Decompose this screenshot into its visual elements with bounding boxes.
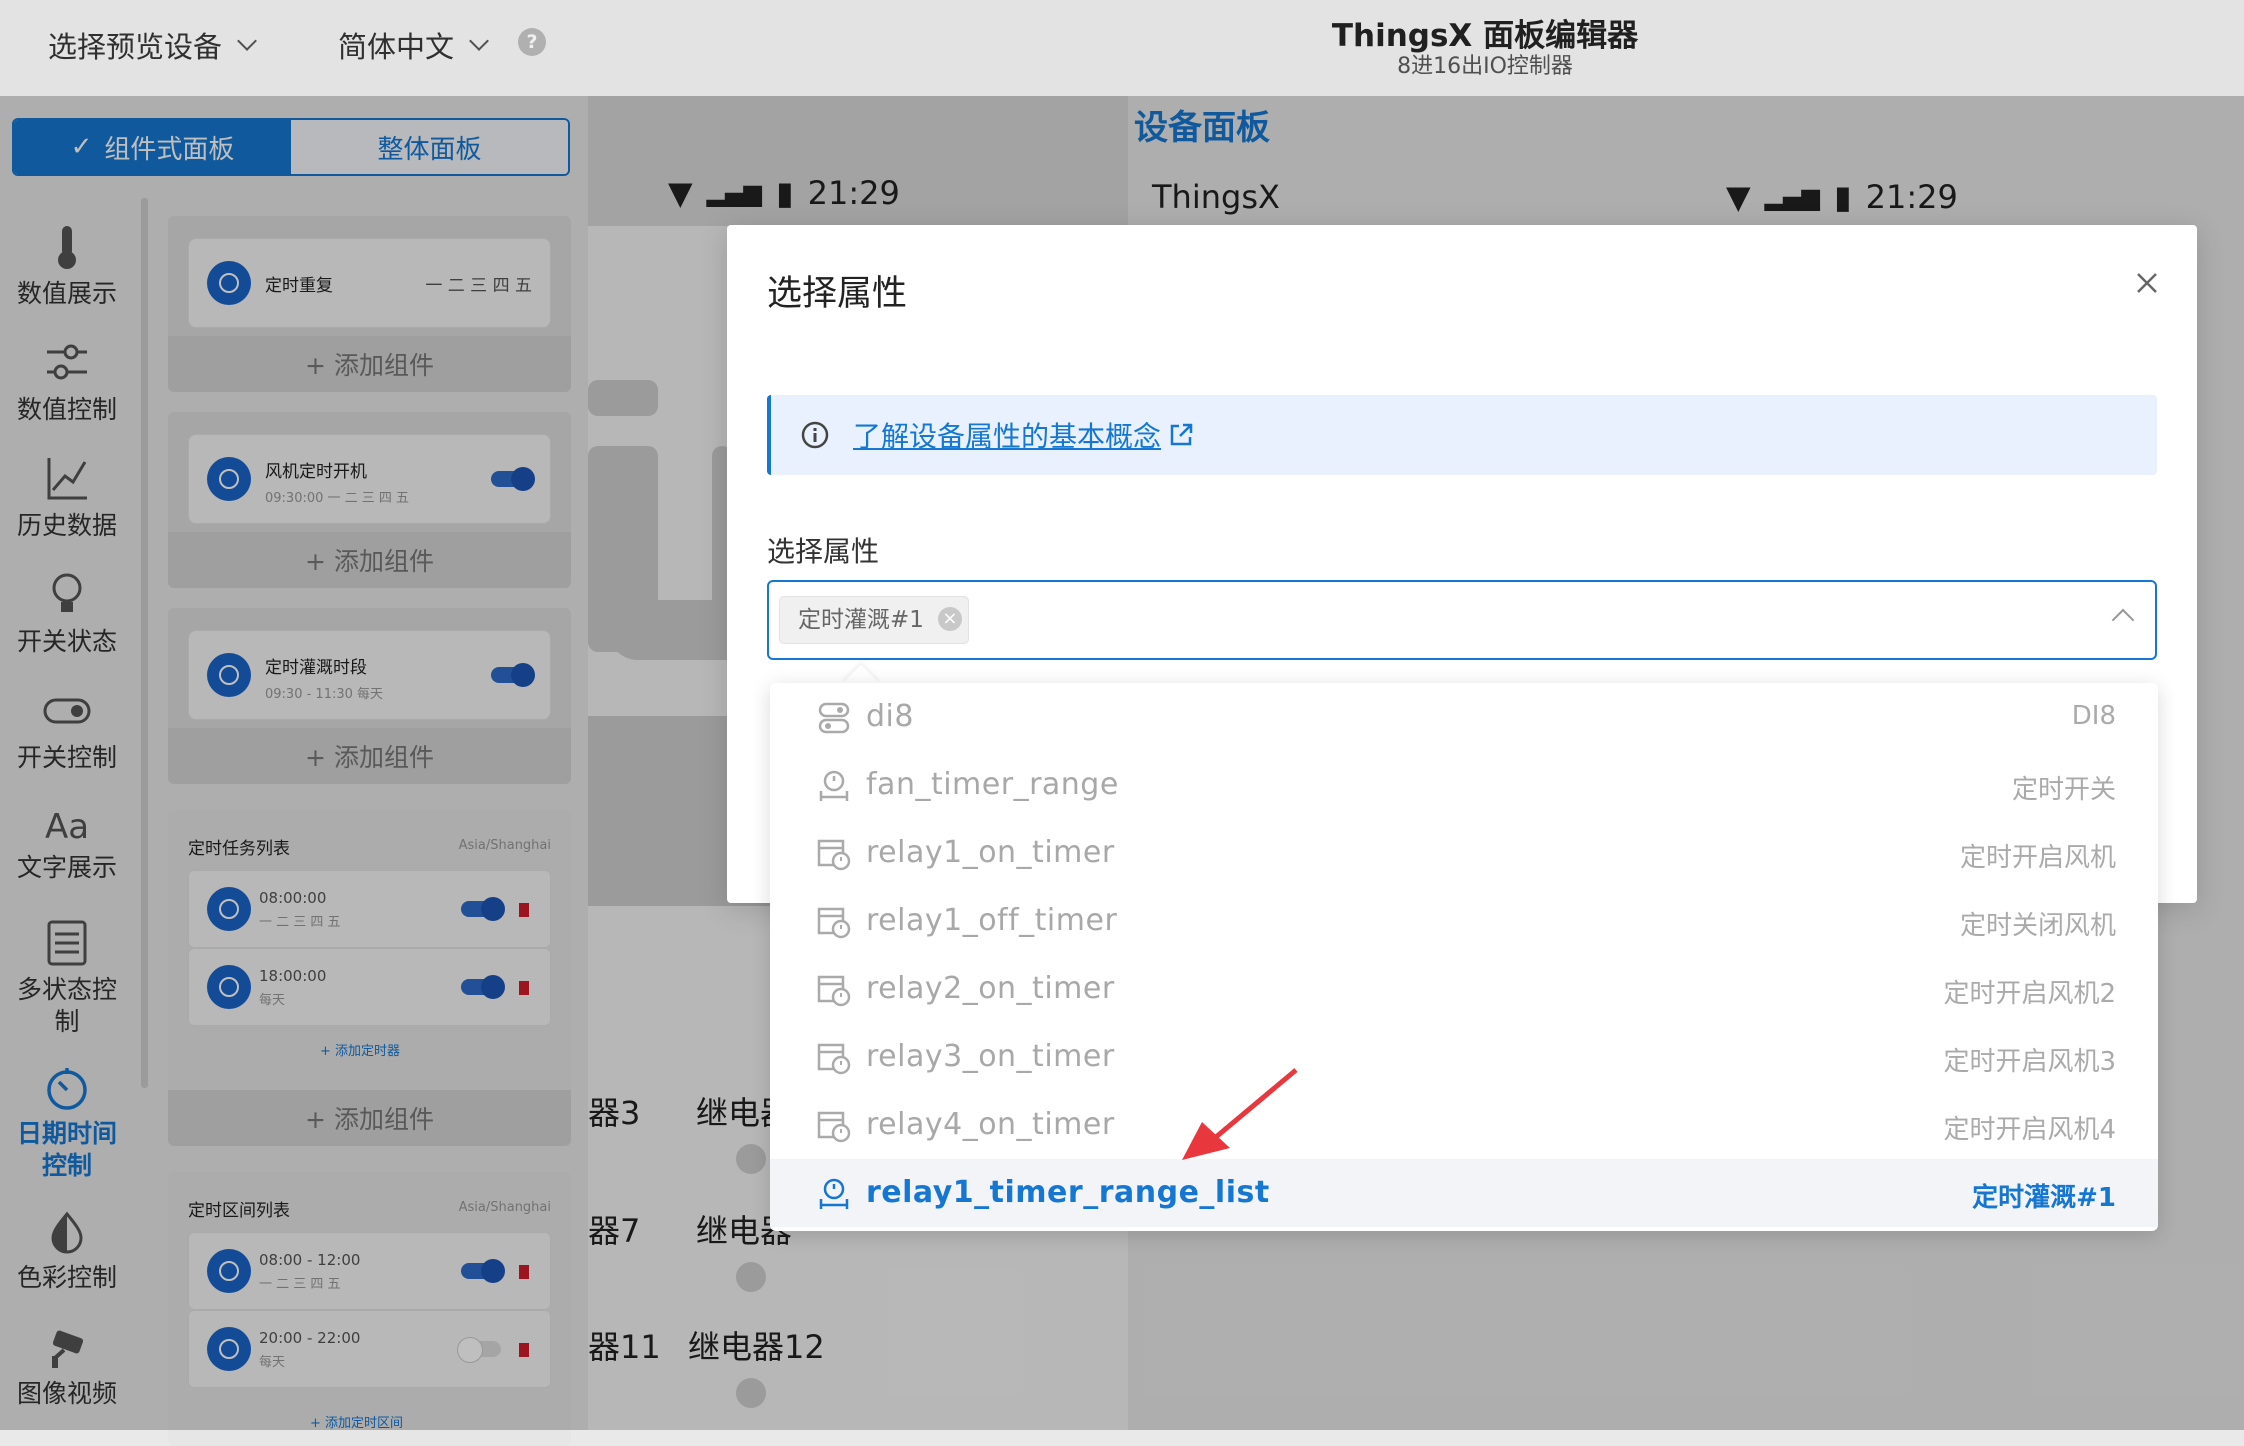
learn-properties-link[interactable]: 了解设备属性的基本概念	[853, 415, 1161, 455]
option-desc: DI8	[2071, 701, 2116, 731]
option-desc: 定时开启风机2	[1943, 979, 2116, 1009]
option-name: relay1_on_timer	[866, 835, 1115, 870]
annotation-arrow-icon	[1182, 1068, 1298, 1160]
dropdown-option-relay1-off-timer[interactable]: relay1_off_timer 定时关闭风机	[770, 887, 2158, 955]
dropdown-option-relay4-on-timer[interactable]: relay4_on_timer 定时开启风机4	[770, 1091, 2158, 1159]
calendar-clock-icon	[817, 907, 851, 939]
option-desc: 定时灌溉#1	[1972, 1183, 2116, 1213]
option-desc: 定时开启风机	[1959, 843, 2116, 873]
selected-tag-label: 定时灌溉#1	[798, 607, 924, 633]
property-dropdown: di8 DI8 fan_timer_range 定时开关 relay1_on_t…	[770, 683, 2158, 1231]
dropdown-option-fan-timer-range[interactable]: fan_timer_range 定时开关	[770, 751, 2158, 819]
option-name: relay4_on_timer	[866, 1107, 1115, 1142]
option-desc: 定时开启风机4	[1943, 1115, 2116, 1145]
selected-tag: 定时灌溉#1 ×	[779, 596, 969, 644]
option-name: fan_timer_range	[866, 767, 1119, 802]
close-icon[interactable]	[2132, 268, 2162, 298]
calendar-clock-icon	[817, 839, 851, 871]
property-select[interactable]: 定时灌溉#1 ×	[767, 580, 2157, 660]
dropdown-option-relay3-on-timer[interactable]: relay3_on_timer 定时开启风机3	[770, 1023, 2158, 1091]
dropdown-option-di8[interactable]: di8 DI8	[770, 683, 2158, 751]
modal-overlay-top	[0, 0, 2244, 96]
dropdown-option-relay1-on-timer[interactable]: relay1_on_timer 定时开启风机	[770, 819, 2158, 887]
option-desc: 定时开启风机3	[1943, 1047, 2116, 1077]
info-banner: 了解设备属性的基本概念	[767, 395, 2157, 475]
timer-range-icon	[819, 1178, 849, 1209]
calendar-clock-icon	[817, 1043, 851, 1075]
chevron-up-icon[interactable]	[2111, 608, 2135, 632]
calendar-clock-icon	[817, 975, 851, 1007]
dropdown-option-relay2-on-timer[interactable]: relay2_on_timer 定时开启风机2	[770, 955, 2158, 1023]
dropdown-option-relay1-timer-range-list[interactable]: relay1_timer_range_list 定时灌溉#1	[770, 1159, 2158, 1227]
dialog-title: 选择属性	[767, 274, 908, 314]
option-name: relay3_on_timer	[866, 1039, 1115, 1074]
option-name: relay1_off_timer	[866, 903, 1118, 938]
toggle-switch-icon	[818, 702, 850, 734]
info-icon	[801, 421, 829, 449]
option-desc: 定时开关	[2011, 775, 2116, 805]
external-link-icon[interactable]	[1167, 421, 1195, 449]
option-name: di8	[866, 699, 914, 734]
option-desc: 定时关闭风机	[1959, 911, 2116, 941]
option-name: relay1_timer_range_list	[866, 1175, 1270, 1210]
option-name: relay2_on_timer	[866, 971, 1115, 1006]
timer-range-icon	[819, 770, 849, 801]
calendar-clock-icon	[817, 1111, 851, 1143]
tag-remove-icon[interactable]: ×	[937, 607, 962, 631]
property-field-label: 选择属性	[767, 535, 880, 568]
